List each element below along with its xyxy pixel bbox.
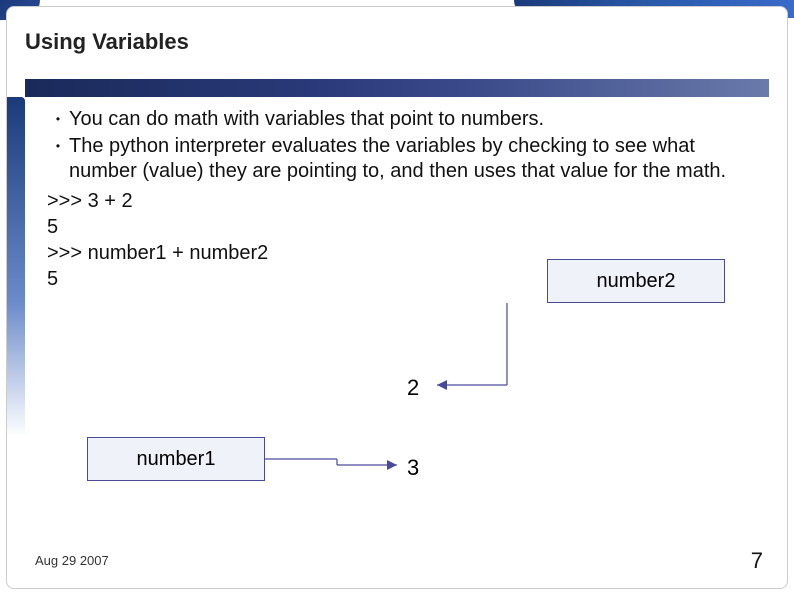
value-2: 2: [407, 375, 419, 401]
footer-date: Aug 29 2007: [35, 553, 109, 568]
footer-page-number: 7: [751, 548, 763, 574]
code-line: 5: [47, 214, 757, 240]
box-label: number2: [597, 270, 676, 293]
bullet-text: The python interpreter evaluates the var…: [69, 134, 757, 184]
bullet-dot: •: [47, 134, 69, 184]
arrow-number1-to-3: [265, 459, 397, 470]
arrow-number2-to-2: [437, 303, 507, 390]
bullet-text: You can do math with variables that poin…: [69, 107, 544, 132]
slide-title: Using Variables: [25, 29, 189, 55]
box-number2: number2: [547, 259, 725, 303]
code-line: >>> 3 + 2: [47, 188, 757, 214]
value-3: 3: [407, 455, 419, 481]
box-number1: number1: [87, 437, 265, 481]
slide-area: Using Variables • You can do math with v…: [6, 6, 788, 589]
bullet-item: • The python interpreter evaluates the v…: [47, 134, 757, 184]
bullet-item: • You can do math with variables that po…: [47, 107, 757, 132]
box-label: number1: [137, 448, 216, 471]
bullet-dot: •: [47, 107, 69, 132]
title-divider: [25, 79, 769, 97]
side-decoration: [7, 97, 25, 437]
